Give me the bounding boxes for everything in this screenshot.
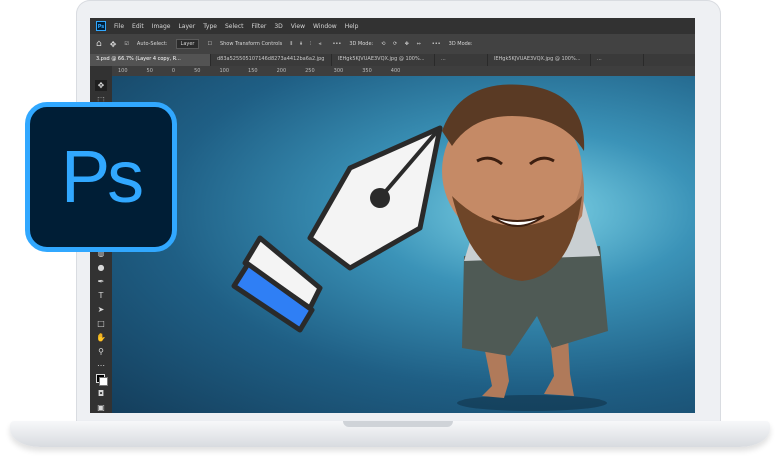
ruler-tick: 100	[118, 68, 128, 74]
tab-document-1[interactable]: 3.psd @ 66.7% (Layer 4 copy, R...	[90, 54, 211, 66]
ruler-tick: 300	[333, 68, 344, 74]
move-tool-preset-icon[interactable]: ✥	[110, 40, 117, 49]
menu-filter[interactable]: Filter	[252, 23, 267, 30]
more-options-icon[interactable]: •••	[332, 41, 341, 47]
pen-icon[interactable]: ✒	[95, 276, 107, 287]
menu-bar: Ps File Edit Image Layer Type Select Fil…	[90, 18, 695, 34]
move-icon[interactable]: ✥	[95, 80, 107, 91]
show-transform-label: Show Transform Controls	[219, 41, 283, 47]
ruler-tick: 100	[219, 68, 230, 74]
hand-icon[interactable]: ✋	[95, 332, 107, 343]
tab-document-4[interactable]: ...	[435, 54, 488, 66]
color-swatches[interactable]	[95, 374, 108, 386]
show-transform-checkbox[interactable]: ☐	[207, 41, 211, 47]
ruler-tick: 400	[390, 68, 401, 74]
type-icon[interactable]: T	[95, 290, 107, 301]
3d-tools-icons[interactable]: ⟲ ⟳ ✥ ⇔	[381, 41, 424, 47]
dodge-icon[interactable]: ●	[95, 262, 107, 273]
caricature-artwork	[231, 84, 608, 411]
tab-document-3[interactable]: lEHgk5KJVUAE3VQX.jpg @ 100%...	[332, 54, 435, 66]
menu-layer[interactable]: Layer	[178, 23, 195, 30]
ruler-tick: 0	[171, 68, 176, 74]
ruler-tick: 150	[248, 68, 258, 74]
rectangle-icon[interactable]: □	[95, 318, 107, 329]
auto-select-checkbox[interactable]: ☑	[124, 41, 128, 47]
laptop-notch	[343, 421, 453, 427]
photoshop-window: Ps File Edit Image Layer Type Select Fil…	[90, 18, 695, 413]
menu-edit[interactable]: Edit	[132, 23, 144, 30]
laptop-base	[10, 421, 770, 447]
menu-type[interactable]: Type	[203, 23, 217, 30]
photoshop-logo: Ps	[25, 102, 177, 252]
more-icon[interactable]: ⋯	[95, 360, 107, 371]
ruler-tick: 250	[305, 68, 315, 74]
3d-mode-label-a: 3D Mode:	[349, 41, 374, 47]
align-icons[interactable]: ⫴ ⫵ ⫶ ⫷	[290, 41, 324, 47]
document-canvas[interactable]	[112, 76, 695, 413]
menu-window[interactable]: Window	[313, 23, 337, 30]
home-icon[interactable]: ⌂	[96, 39, 102, 49]
tab-document-2[interactable]: d83a525505107146d8273a4412ba6a2.jpg	[211, 54, 332, 66]
quick-mask-icon[interactable]: ◘	[95, 388, 107, 399]
tab-document-6[interactable]: ...	[591, 54, 644, 66]
3d-mode-label-b: 3D Mode:	[448, 41, 473, 47]
auto-select-label: Auto-Select:	[136, 41, 168, 47]
menu-select[interactable]: Select	[225, 23, 244, 30]
options-bar: ⌂ ✥ ☑ Auto-Select: Layer ☐ Show Transfor…	[90, 34, 695, 54]
ps-app-icon: Ps	[96, 21, 106, 31]
menu-help[interactable]: Help	[345, 23, 359, 30]
screen-mode-icon[interactable]: ▣	[95, 402, 107, 413]
layer-dropdown[interactable]: Layer	[175, 39, 200, 49]
tab-document-5[interactable]: lEHgk5KJVUAE3VQX.jpg @ 100%...	[488, 54, 591, 66]
horizontal-ruler: 100 50 0 50 100 150 200 250 300 350 400	[112, 66, 695, 76]
ruler-tick: 50	[146, 68, 153, 74]
more-options-icon-2[interactable]: •••	[432, 41, 441, 47]
document-tabs: 3.psd @ 66.7% (Layer 4 copy, R... d83a52…	[90, 54, 695, 66]
ruler-tick: 200	[276, 68, 287, 74]
ruler-tick: 50	[194, 68, 201, 74]
menu-file[interactable]: File	[114, 23, 124, 30]
ruler-tick: 350	[362, 68, 372, 74]
menu-image[interactable]: Image	[152, 23, 171, 30]
zoom-icon[interactable]: ⚲	[95, 346, 107, 357]
menu-view[interactable]: View	[291, 23, 305, 30]
path-select-icon[interactable]: ➤	[95, 304, 107, 315]
menu-3d[interactable]: 3D	[274, 23, 282, 30]
